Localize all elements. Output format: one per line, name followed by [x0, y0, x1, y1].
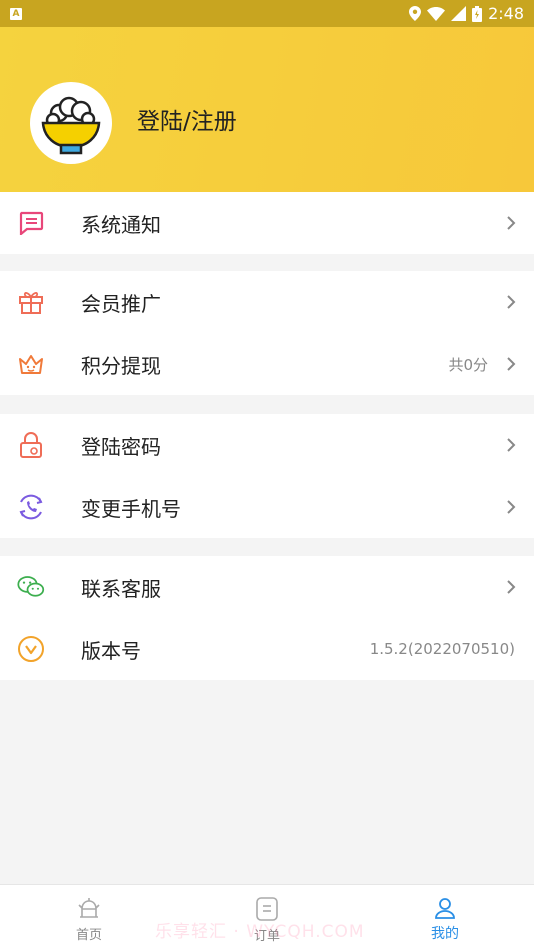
wifi-icon	[427, 6, 446, 21]
rice-bowl-icon	[41, 96, 101, 155]
row-system-notification[interactable]: 系统通知	[0, 192, 534, 254]
bottom-tab-bar: 首页 订单 我的	[0, 884, 534, 950]
location-icon	[409, 6, 422, 21]
battery-icon	[472, 5, 483, 22]
row-label: 版本号	[81, 638, 141, 663]
row-points-withdraw[interactable]: 积分提现 共0分	[0, 333, 534, 395]
chevron-right-icon	[507, 216, 516, 230]
lock-icon	[17, 431, 45, 459]
wechat-icon	[17, 573, 45, 601]
phone-icon	[17, 493, 45, 521]
section-notifications: 系统通知	[0, 192, 534, 254]
row-change-phone[interactable]: 变更手机号	[0, 476, 534, 538]
chevron-right-icon	[507, 580, 516, 594]
notification-icon: A	[10, 7, 22, 20]
clock: 2:48	[488, 4, 524, 23]
row-label: 变更手机号	[81, 496, 181, 521]
row-label: 登陆密码	[81, 434, 161, 459]
login-register-link[interactable]: 登陆/注册	[137, 102, 237, 136]
tab-home[interactable]: 首页	[0, 885, 178, 950]
user-icon	[435, 898, 455, 919]
chevron-right-icon	[507, 500, 516, 514]
chevron-right-icon	[507, 357, 516, 371]
row-version: 版本号 1.5.2(2022070510)	[0, 618, 534, 680]
row-member-promotion[interactable]: 会员推广	[0, 271, 534, 333]
profile-header: 登陆/注册	[0, 27, 534, 192]
tab-label: 订单	[253, 928, 280, 944]
signal-icon	[451, 6, 467, 21]
section-account: 登陆密码 变更手机号	[0, 414, 534, 538]
tab-orders[interactable]: 订单	[178, 885, 356, 950]
status-bar: A 2:48	[0, 0, 534, 27]
tab-label: 我的	[431, 926, 459, 942]
gift-icon	[17, 288, 45, 316]
row-login-password[interactable]: 登陆密码	[0, 414, 534, 476]
tab-mine[interactable]: 我的	[356, 885, 534, 950]
row-label: 联系客服	[81, 576, 161, 601]
home-icon	[78, 897, 100, 918]
version-number: 1.5.2(2022070510)	[369, 640, 515, 658]
section-support: 联系客服 版本号 1.5.2(2022070510)	[0, 556, 534, 680]
orders-icon	[256, 896, 278, 921]
points-total: 共0分	[448, 355, 488, 374]
tab-label: 首页	[75, 927, 102, 943]
version-icon	[17, 635, 45, 663]
section-member: 会员推广 积分提现 共0分	[0, 271, 534, 395]
chevron-right-icon	[507, 438, 516, 452]
row-label: 系统通知	[81, 212, 161, 237]
avatar[interactable]	[30, 82, 112, 164]
row-label: 会员推广	[81, 291, 161, 316]
chevron-right-icon	[507, 295, 516, 309]
row-label: 积分提现	[81, 353, 161, 378]
message-icon	[17, 209, 45, 237]
crown-icon	[17, 350, 45, 378]
row-customer-service[interactable]: 联系客服	[0, 556, 534, 618]
